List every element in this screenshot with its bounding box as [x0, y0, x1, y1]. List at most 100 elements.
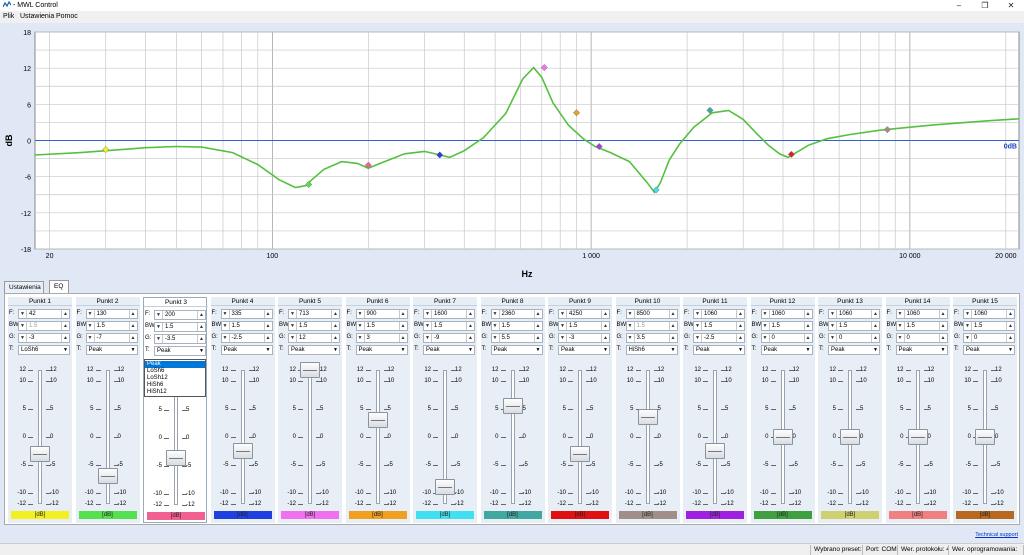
bandwidth-spin[interactable]: ▼ 1.5 ▲ [18, 321, 70, 331]
spin-down-icon[interactable]: ▼ [694, 310, 702, 318]
spin-down-icon[interactable]: ▼ [559, 334, 567, 342]
spin-up-icon[interactable]: ▲ [533, 322, 542, 330]
gain-slider-track[interactable] [38, 370, 42, 504]
frequency-spin-value[interactable]: 713 [299, 310, 309, 318]
gain-spin[interactable]: ▼ -3 ▲ [18, 333, 70, 343]
gain-spin[interactable]: ▼ -3 ▲ [558, 333, 610, 343]
spin-down-icon[interactable]: ▼ [829, 310, 837, 318]
bandwidth-spin[interactable]: ▼ 1.5 ▲ [625, 321, 678, 331]
frequency-spin-value[interactable]: 335 [232, 310, 242, 318]
spin-down-icon[interactable]: ▼ [762, 310, 770, 318]
bandwidth-spin[interactable]: ▼ 1.5 ▲ [895, 321, 948, 331]
bandwidth-spin-value[interactable]: 1.5 [232, 322, 240, 330]
spin-down-icon[interactable]: ▼ [897, 334, 905, 342]
bandwidth-spin[interactable]: ▼ 1.5 ▲ [760, 321, 813, 331]
spin-down-icon[interactable]: ▼ [19, 310, 27, 318]
gain-spin-value[interactable]: -9 [434, 334, 439, 342]
dropdown-option[interactable]: LoSh12 [145, 375, 205, 382]
menu-pomoc[interactable]: Pomoc [56, 13, 78, 20]
bandwidth-spin-value[interactable]: 1.5 [367, 322, 375, 330]
bandwidth-spin[interactable]: ▼ 1.5 ▲ [220, 321, 273, 331]
spin-up-icon[interactable]: ▲ [668, 322, 677, 330]
spin-down-icon[interactable]: ▼ [424, 310, 432, 318]
type-select[interactable]: Peak ▼ [963, 345, 1015, 355]
gain-spin-value[interactable]: -7 [97, 334, 102, 342]
spin-down-icon[interactable]: ▼ [762, 334, 770, 342]
gain-spin[interactable]: ▼ -7 ▲ [85, 333, 138, 343]
spin-up-icon[interactable]: ▲ [331, 334, 339, 342]
gain-spin-value[interactable]: 0 [839, 334, 842, 342]
spin-up-icon[interactable]: ▲ [803, 322, 812, 330]
spin-down-icon[interactable]: ▼ [964, 334, 972, 342]
type-select[interactable]: Peak ▼ [423, 345, 475, 355]
spin-up-icon[interactable]: ▲ [398, 310, 407, 318]
spin-down-icon[interactable]: ▼ [155, 335, 163, 343]
bandwidth-spin[interactable]: ▼ 1.5 ▲ [490, 321, 543, 331]
frequency-spin[interactable]: ▼ 1060 ▲ [828, 309, 880, 319]
spin-up-icon[interactable]: ▲ [128, 334, 137, 342]
frequency-spin-value[interactable]: 1060 [974, 310, 987, 318]
spin-up-icon[interactable]: ▲ [871, 310, 879, 318]
gain-slider-thumb[interactable] [840, 429, 860, 445]
spin-down-icon[interactable]: ▼ [492, 310, 500, 318]
spin-down-icon[interactable]: ▼ [87, 334, 95, 342]
gain-slider-thumb[interactable] [435, 479, 455, 496]
spin-up-icon[interactable]: ▲ [938, 310, 947, 318]
type-select[interactable]: Peak ▼ [828, 345, 880, 355]
bandwidth-spin[interactable]: ▼ 1.5 ▲ [85, 321, 138, 331]
spin-down-icon[interactable]: ▼ [829, 322, 837, 330]
spin-down-icon[interactable]: ▼ [492, 334, 500, 342]
bandwidth-spin-value[interactable]: 1.5 [772, 322, 780, 330]
spin-down-icon[interactable]: ▼ [155, 323, 163, 331]
spin-down-icon[interactable]: ▼ [627, 310, 635, 318]
frequency-spin-value[interactable]: 1060 [907, 310, 920, 318]
spin-down-icon[interactable]: ▼ [627, 334, 635, 342]
bandwidth-spin[interactable]: ▼ 1.5 ▲ [828, 321, 880, 331]
menu-plik[interactable]: Plik [3, 13, 14, 20]
spin-down-icon[interactable]: ▼ [897, 322, 905, 330]
spin-up-icon[interactable]: ▲ [533, 310, 542, 318]
frequency-spin-value[interactable]: 2360 [502, 310, 515, 318]
gain-spin[interactable]: ▼ -2.5 ▲ [220, 333, 273, 343]
bandwidth-spin[interactable]: ▼ 1.5 ▲ [963, 321, 1015, 331]
frequency-spin[interactable]: ▼ 130 ▲ [85, 309, 138, 319]
gain-slider-track[interactable] [308, 370, 312, 504]
frequency-spin[interactable]: ▼ 4250 ▲ [558, 309, 610, 319]
spin-down-icon[interactable]: ▼ [424, 334, 432, 342]
spin-down-icon[interactable]: ▼ [559, 322, 567, 330]
gain-spin[interactable]: ▼ -9 ▲ [423, 333, 475, 343]
gain-slider-thumb[interactable] [502, 398, 523, 415]
gain-spin-value[interactable]: -3 [569, 334, 574, 342]
bandwidth-spin-value[interactable]: 1.5 [434, 322, 442, 330]
gain-spin-value[interactable]: 5.5 [502, 334, 510, 342]
chart-svg[interactable]: 18 12 6 0 -6 -12 -18 20 100 1 000 10 000 20 000 Hz dB… [0, 23, 1024, 280]
bandwidth-spin-value[interactable]: 1.5 [704, 322, 712, 330]
gain-spin[interactable]: ▼ 0 ▲ [828, 333, 880, 343]
spin-up-icon[interactable]: ▲ [197, 335, 205, 343]
spin-up-icon[interactable]: ▲ [128, 322, 137, 330]
gain-slider-thumb[interactable] [772, 429, 793, 445]
dropdown-option[interactable]: Peak [145, 361, 205, 368]
frequency-spin[interactable]: ▼ 335 ▲ [220, 309, 273, 319]
spin-up-icon[interactable]: ▲ [466, 310, 474, 318]
bandwidth-spin-value[interactable]: 1.5 [299, 322, 307, 330]
gain-slider-thumb[interactable] [367, 412, 388, 429]
bandwidth-spin-value[interactable]: 1.5 [839, 322, 847, 330]
spin-up-icon[interactable]: ▲ [736, 334, 744, 342]
frequency-spin[interactable]: ▼ 8500 ▲ [625, 309, 678, 319]
dropdown-option[interactable]: HiSh12 [145, 389, 205, 396]
frequency-spin[interactable]: ▼ 1060 ▲ [760, 309, 813, 319]
gain-slider-thumb[interactable] [232, 442, 253, 459]
gain-slider-thumb[interactable] [30, 445, 50, 462]
gain-slider-thumb[interactable] [570, 445, 590, 462]
gain-spin[interactable]: ▼ 0 ▲ [963, 333, 1015, 343]
spin-up-icon[interactable]: ▲ [197, 323, 205, 331]
gain-spin-value[interactable]: 3 [367, 334, 370, 342]
gain-spin-value[interactable]: 0 [974, 334, 977, 342]
frequency-spin[interactable]: ▼ 1060 ▲ [693, 309, 745, 319]
frequency-spin-value[interactable]: 4250 [569, 310, 582, 318]
dropdown-option[interactable]: HiSh6 [145, 382, 205, 389]
spin-up-icon[interactable]: ▲ [263, 310, 272, 318]
type-select[interactable]: Peak ▼ [220, 345, 273, 355]
bandwidth-spin[interactable]: ▼ 1.5 ▲ [288, 321, 340, 331]
